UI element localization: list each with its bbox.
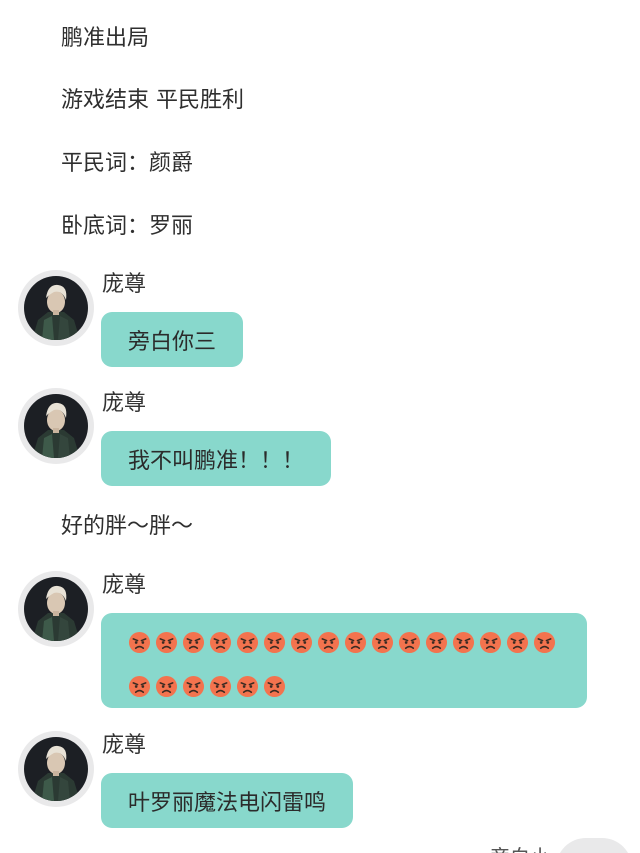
angry-face-icon <box>425 631 448 654</box>
angry-face-icon <box>209 675 232 698</box>
angry-face-icon <box>128 675 151 698</box>
avatar-image <box>24 394 88 458</box>
next-message-avatar[interactable] <box>556 838 632 853</box>
narration-line-1: 鹏准出局 <box>61 26 150 51</box>
chat-window: 鹏准出局 游戏结束 平民胜利 平民词：颜爵 卧底词：罗丽 庞尊 旁白你三 庞尊 … <box>0 0 640 853</box>
angry-face-icon <box>263 631 286 654</box>
avatar-image <box>24 737 88 801</box>
message-bubble[interactable]: 叶罗丽魔法电闪雷鸣 <box>101 773 354 828</box>
sender-name: 庞尊 <box>102 272 147 297</box>
avatar[interactable] <box>18 571 94 647</box>
sender-name: 庞尊 <box>102 391 147 416</box>
narration-line-4: 卧底词：罗丽 <box>61 214 194 239</box>
angry-face-icon <box>182 675 205 698</box>
avatar[interactable] <box>18 731 94 807</box>
avatar-image <box>24 276 88 340</box>
emoji-row <box>128 673 560 700</box>
angry-face-icon <box>290 631 313 654</box>
angry-face-icon <box>479 631 502 654</box>
emoji-message-bubble[interactable] <box>101 613 587 708</box>
angry-face-icon <box>317 631 340 654</box>
narration-line-3: 平民词：颜爵 <box>61 151 194 176</box>
avatar-image <box>24 577 88 641</box>
angry-face-icon <box>155 631 178 654</box>
angry-face-icon <box>398 631 421 654</box>
angry-face-icon <box>236 631 259 654</box>
angry-face-icon <box>236 675 259 698</box>
angry-face-icon <box>263 675 286 698</box>
avatar[interactable] <box>18 270 94 346</box>
next-message-sender-partial: 旁白小 <box>490 842 550 853</box>
angry-face-icon <box>506 631 529 654</box>
angry-face-icon <box>182 631 205 654</box>
message-bubble[interactable]: 旁白你三 <box>101 312 244 367</box>
sender-name: 庞尊 <box>102 733 147 758</box>
angry-face-icon <box>533 631 556 654</box>
angry-face-icon <box>209 631 232 654</box>
angry-face-icon <box>344 631 367 654</box>
angry-face-icon <box>128 631 151 654</box>
angry-face-icon <box>371 631 394 654</box>
angry-face-icon <box>452 631 475 654</box>
emoji-row <box>128 629 560 656</box>
narration-line-5: 好的胖～胖～ <box>61 514 194 539</box>
sender-name: 庞尊 <box>102 573 147 598</box>
angry-face-icon <box>155 675 178 698</box>
avatar[interactable] <box>18 388 94 464</box>
message-bubble[interactable]: 我不叫鹏准！！！ <box>101 431 332 486</box>
narration-line-2: 游戏结束 平民胜利 <box>61 88 244 113</box>
